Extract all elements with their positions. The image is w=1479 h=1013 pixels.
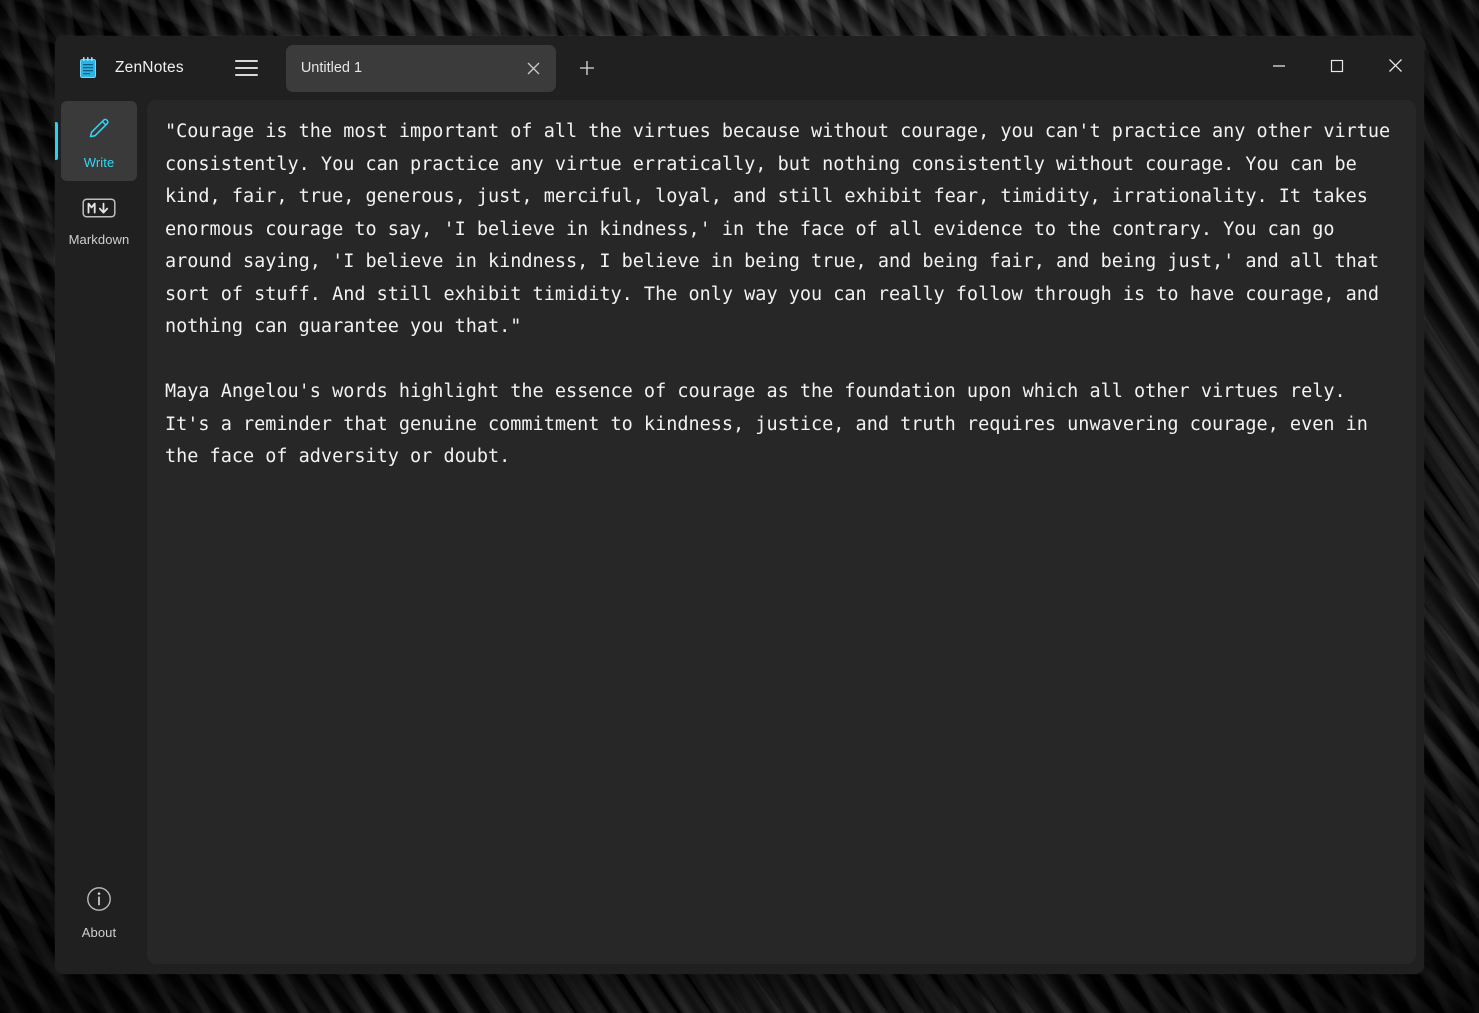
hamburger-line — [235, 60, 259, 62]
editor-paragraph-1: "Courage is the most important of all th… — [165, 121, 1402, 337]
selection-accent-bar — [55, 122, 58, 160]
window-body: Write Markdown About "Courage is the mos… — [55, 100, 1424, 974]
close-icon[interactable] — [517, 51, 551, 85]
note-text-editor[interactable]: "Courage is the most important of all th… — [147, 100, 1416, 964]
sidebar-item-label: Write — [83, 154, 115, 170]
hamburger-menu-icon[interactable] — [230, 51, 264, 85]
sidebar-item-label: About — [81, 924, 117, 940]
close-icon — [1388, 58, 1403, 78]
sidebar-item-markdown[interactable]: Markdown — [61, 181, 137, 261]
minimize-icon — [1272, 59, 1286, 78]
hamburger-line — [235, 67, 259, 69]
notepad-icon — [79, 57, 97, 79]
app-window: ZenNotes Untitled 1 Write Markdown About… — [55, 36, 1424, 974]
tab-label: Untitled 1 — [300, 60, 363, 76]
app-title: ZenNotes — [115, 59, 184, 76]
tab-untitled-1[interactable]: Untitled 1 — [285, 44, 556, 92]
editor-container: "Courage is the most important of all th… — [143, 100, 1424, 974]
sidebar-item-write[interactable]: Write — [55, 101, 137, 181]
maximize-icon — [1330, 59, 1344, 78]
info-circle-icon — [85, 885, 113, 918]
sidebar-item-about[interactable]: About — [61, 872, 137, 952]
maximize-button[interactable] — [1308, 36, 1366, 100]
window-controls — [1250, 36, 1424, 100]
hamburger-line — [235, 74, 259, 76]
markdown-icon — [82, 196, 116, 225]
close-button[interactable] — [1366, 36, 1424, 100]
sidebar-item-label: Markdown — [68, 231, 130, 247]
title-bar: ZenNotes Untitled 1 — [55, 36, 1424, 100]
plus-icon[interactable] — [570, 51, 604, 85]
tab-strip: Untitled 1 — [285, 44, 604, 92]
pencil-icon — [84, 113, 114, 148]
editor-paragraph-2: Maya Angelou's words highlight the essen… — [165, 381, 1380, 467]
minimize-button[interactable] — [1250, 36, 1308, 100]
sidebar: Write Markdown About — [55, 100, 143, 974]
